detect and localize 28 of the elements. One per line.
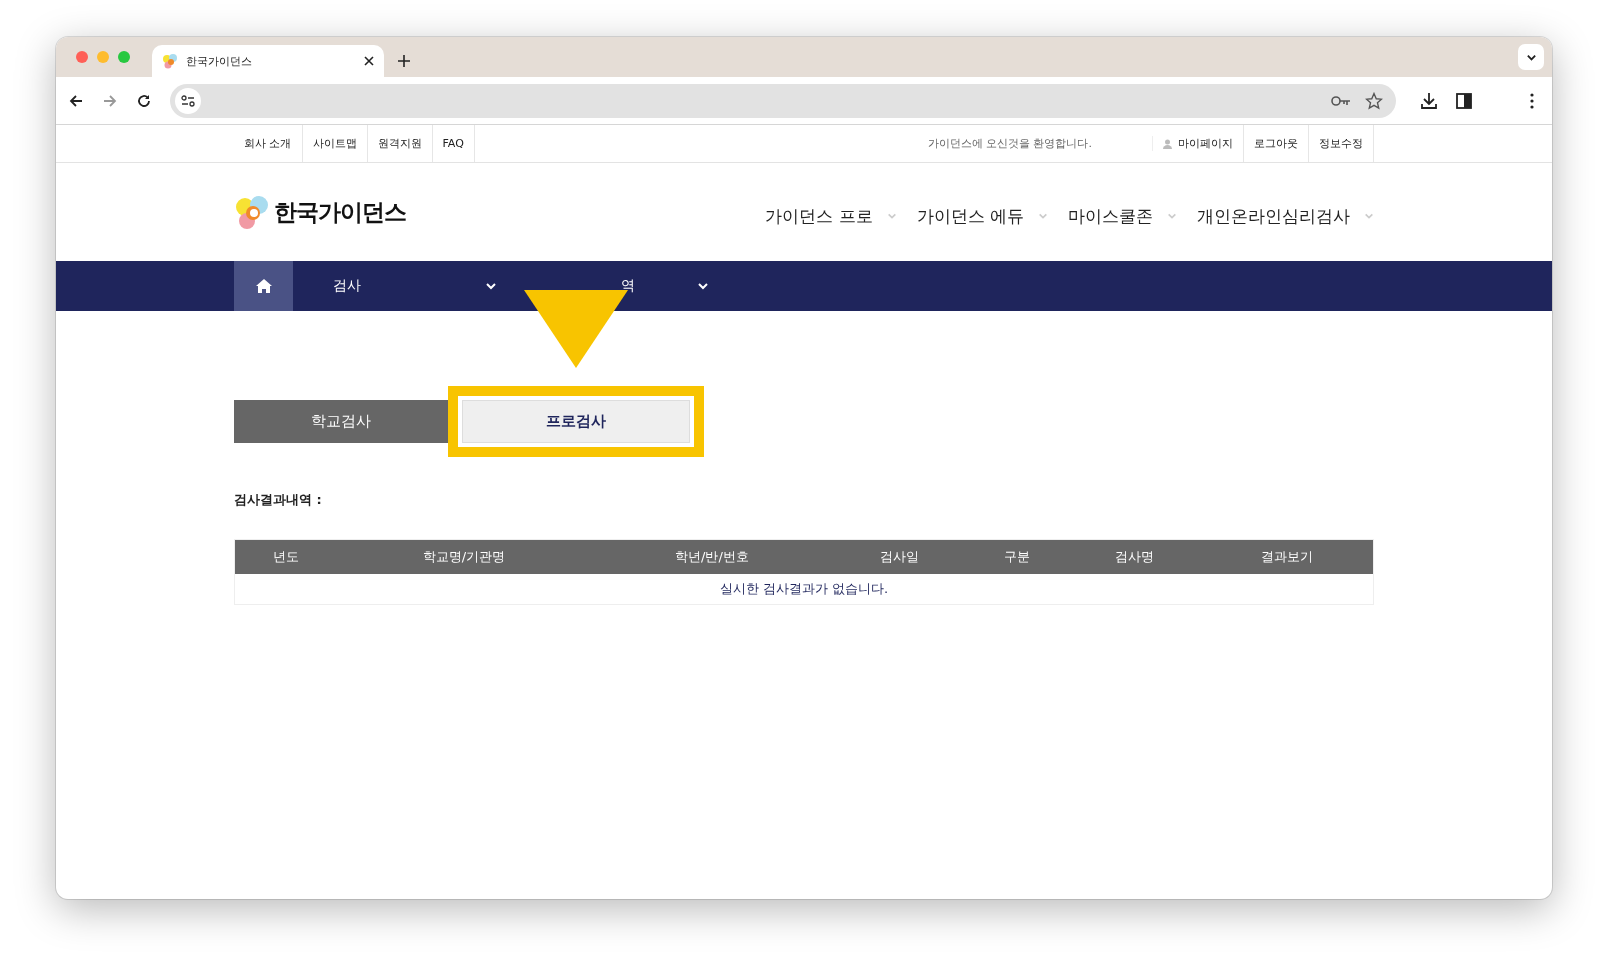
tab-title: 한국가이던스 [186, 53, 253, 69]
column-header: 학교명/기관명 [421, 548, 507, 566]
tab[interactable]: 학교검사 [234, 399, 448, 443]
column-header: 학년/반/번호 [674, 548, 750, 566]
column-header: 검사일 [879, 548, 920, 566]
tab[interactable]: 프로검사 [462, 399, 690, 443]
utility-link[interactable]: 정보수정 [1309, 125, 1374, 162]
site-logo[interactable]: 한국가이던스 [234, 194, 406, 230]
utility-link[interactable]: 사이트맵 [302, 125, 368, 162]
welcome-message: 가이던스에 오신것을 환영합니다. [474, 136, 1153, 151]
column-header: 검사명 [1114, 548, 1155, 566]
utility-link[interactable]: 마이페이지 [1153, 125, 1244, 162]
column-header: 구분 [1003, 548, 1031, 566]
main-nav-item[interactable]: 가이던스 에듀 [916, 204, 1048, 228]
column-header: 결과보기 [1260, 548, 1314, 566]
main-nav-item[interactable]: 가이던스 프로 [765, 204, 897, 228]
sub-nav-dropdown[interactable]: 역 [509, 261, 721, 311]
empty-message: 실시한 검사결과가 없습니다. [718, 580, 890, 598]
sub-nav-dropdown[interactable]: 검사 [293, 261, 509, 311]
browser-tab[interactable]: 한국가이던스 [152, 45, 384, 77]
main-nav-item[interactable]: 개인온라인심리검사 [1197, 204, 1374, 228]
utility-link[interactable]: 로그아웃 [1244, 125, 1309, 162]
column-header: 년도 [272, 548, 300, 566]
utility-link[interactable]: 회사 소개 [234, 125, 303, 162]
utility-link[interactable]: FAQ [432, 125, 475, 162]
utility-link[interactable]: 원격지원 [367, 125, 433, 162]
main-nav-item[interactable]: 마이스쿨존 [1068, 204, 1177, 228]
section-label: 검사결과내역 : [234, 491, 323, 509]
